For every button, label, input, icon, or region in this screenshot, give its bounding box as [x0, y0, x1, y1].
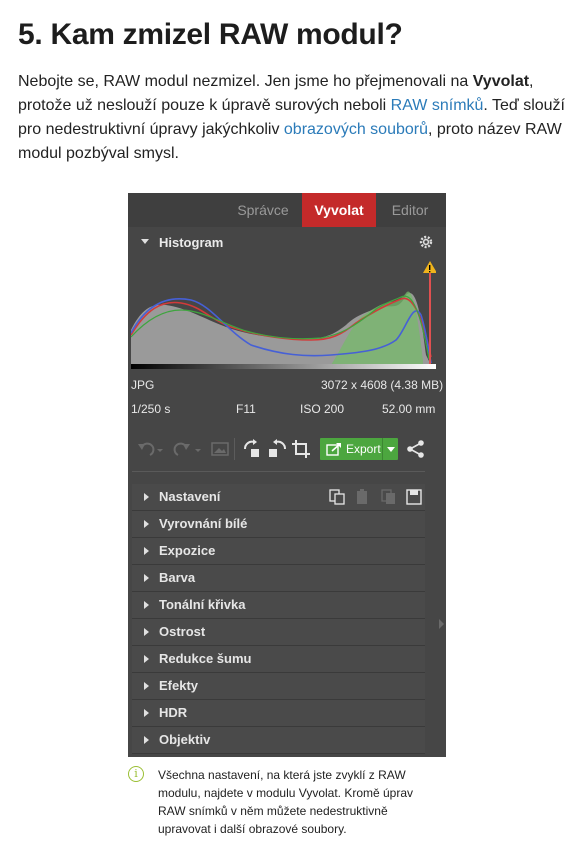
chevron-right-icon: [144, 520, 149, 528]
section-label: HDR: [159, 705, 188, 720]
save-icon[interactable]: [406, 489, 422, 505]
histogram-header[interactable]: Histogram: [128, 229, 446, 255]
link-obrazovych-souboru[interactable]: obrazových souborů: [284, 121, 428, 138]
share-icon[interactable]: [406, 439, 426, 459]
section-label: Vyrovnání bílé: [159, 516, 248, 531]
chevron-right-icon: [144, 736, 149, 744]
chevron-right-icon: [144, 493, 149, 501]
section-label: Nastavení: [159, 489, 221, 504]
paste-settings-icon[interactable]: [355, 489, 371, 505]
info-icon: i: [128, 766, 144, 782]
aperture: F11: [236, 402, 256, 416]
section-label: Efekty: [159, 678, 199, 693]
export-dropdown[interactable]: [382, 438, 399, 460]
tone-gradient-bar: [131, 364, 436, 369]
section-expozice[interactable]: Expozice: [132, 538, 425, 565]
gear-icon[interactable]: [418, 234, 434, 250]
tab-vyvolat[interactable]: Vyvolat: [302, 193, 376, 227]
article-intro: Nebojte se, RAW modul nezmizel. Jen jsme…: [18, 70, 566, 166]
section-label: Barva: [159, 570, 196, 585]
duplicate-icon[interactable]: [381, 489, 397, 505]
histogram-title: Histogram: [159, 235, 224, 250]
section-efekty[interactable]: Efekty: [132, 673, 425, 700]
shutter-speed: 1/250 s: [131, 402, 171, 416]
caption-text: Všechna nastavení, na která jste zvyklí …: [158, 768, 414, 836]
section-tonalni-krivka[interactable]: Tonální křivka: [132, 592, 425, 619]
chevron-down-icon: [141, 239, 149, 244]
redo-icon[interactable]: [172, 440, 202, 460]
section-label: Ostrost: [159, 624, 206, 639]
section-label: Objektiv: [159, 732, 211, 747]
section-ostrost[interactable]: Ostrost: [132, 619, 425, 646]
rotate-right-icon[interactable]: [266, 438, 288, 460]
intro-bold-vyvolat: Vyvolat: [472, 73, 530, 90]
image-icon[interactable]: [211, 440, 229, 458]
develop-panel-screenshot: Správce Vyvolat Editor Histogram JPG 307…: [128, 193, 446, 757]
section-barva[interactable]: Barva: [132, 565, 425, 592]
chevron-right-icon: [144, 628, 149, 636]
export-button[interactable]: Export: [320, 438, 398, 460]
focal-length: 52.00 mm: [382, 402, 436, 416]
section-redukce-sumu[interactable]: Redukce šumu: [132, 646, 425, 673]
chevron-down-icon: [387, 447, 395, 452]
copy-settings-icon[interactable]: [329, 489, 345, 505]
iso: ISO 200: [300, 402, 345, 416]
chevron-right-icon: [144, 655, 149, 663]
chevron-right-icon: [144, 682, 149, 690]
chevron-right-icon: [144, 574, 149, 582]
section-hdr[interactable]: HDR: [132, 700, 425, 727]
section-objektiv[interactable]: Objektiv: [132, 727, 425, 754]
undo-icon[interactable]: [134, 440, 164, 460]
tab-spravce[interactable]: Správce: [222, 193, 304, 227]
section-label: Expozice: [159, 543, 216, 558]
link-raw-snimku[interactable]: RAW snímků: [391, 97, 484, 114]
rotate-left-icon[interactable]: [242, 438, 264, 460]
file-dimensions: 3072 x 4608 (4.38 MB): [321, 378, 444, 392]
histogram-graph: [131, 255, 436, 365]
section-vyrovnani-bile[interactable]: Vyrovnání bílé: [132, 511, 425, 538]
develop-toolbar: Export: [128, 433, 446, 467]
section-nastaveni[interactable]: Nastavení: [132, 484, 425, 511]
tab-editor[interactable]: Editor: [381, 193, 439, 227]
chevron-right-icon: [144, 601, 149, 609]
article-title: 5. Kam zmizel RAW modul?: [18, 18, 403, 51]
export-icon: [326, 443, 341, 456]
crop-icon[interactable]: [290, 438, 312, 460]
adjustment-sections: Nastavení Vyrovnání bílé Expozice Barva …: [132, 484, 425, 754]
intro-text-1: Nebojte se, RAW modul nezmizel. Jen jsme…: [18, 73, 473, 90]
section-label: Tonální křivka: [159, 597, 246, 612]
file-format: JPG: [131, 378, 155, 392]
scroll-right-arrow-icon[interactable]: [439, 619, 444, 629]
chevron-right-icon: [144, 709, 149, 717]
module-tabs: Správce Vyvolat Editor: [128, 193, 446, 227]
chevron-right-icon: [144, 547, 149, 555]
section-label: Redukce šumu: [159, 651, 252, 666]
export-label: Export: [346, 442, 381, 456]
